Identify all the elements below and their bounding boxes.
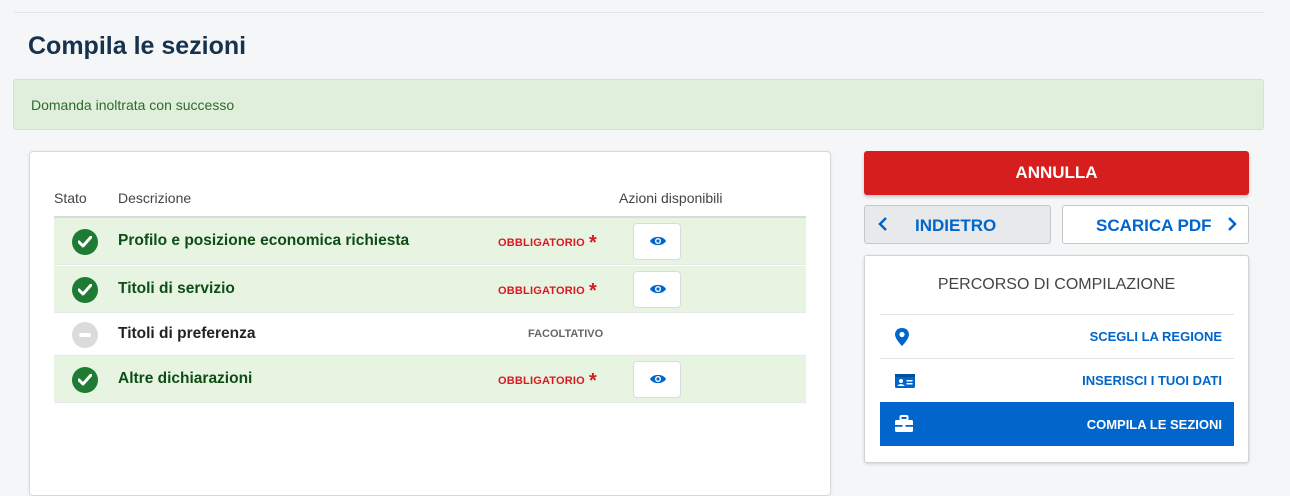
required-tag: OBBLIGATORIO *: [498, 280, 597, 302]
compilation-path-panel: PERCORSO DI COMPILAZIONE SCEGLI LA REGIO…: [864, 255, 1249, 463]
map-pin-icon: [895, 328, 909, 346]
step-compila-sezioni[interactable]: COMPILA LE SEZIONI: [880, 402, 1234, 446]
row-description: Titoli di servizio: [118, 280, 235, 297]
view-button[interactable]: [633, 271, 681, 308]
check-circle-icon: [72, 229, 98, 255]
step-label: SCEGLI LA REGIONE: [1089, 329, 1222, 344]
asterisk-icon: *: [588, 232, 597, 254]
chevron-left-icon: [878, 217, 887, 231]
row-description: Titoli di preferenza: [118, 325, 256, 342]
check-circle-icon: [72, 367, 98, 393]
asterisk-icon: *: [588, 370, 597, 392]
minus-circle-icon: [72, 322, 98, 348]
sections-card: Stato Descrizione Azioni disponibili Pro…: [29, 151, 831, 496]
asterisk-icon: *: [588, 280, 597, 302]
top-divider: [14, 12, 1264, 13]
id-card-icon: [895, 374, 915, 388]
table-row: Profilo e posizione economica richiesta …: [54, 218, 806, 265]
success-alert: Domanda inoltrata con successo: [13, 79, 1264, 130]
download-pdf-button[interactable]: SCARICA PDF: [1062, 205, 1249, 244]
table-header: Stato Descrizione Azioni disponibili: [54, 190, 806, 218]
step-scegli-regione[interactable]: SCEGLI LA REGIONE: [880, 314, 1234, 358]
step-inserisci-dati[interactable]: INSERISCI I TUOI DATI: [880, 358, 1234, 402]
required-tag: OBBLIGATORIO *: [498, 232, 597, 254]
eye-icon: [650, 284, 666, 294]
compilation-path-title: PERCORSO DI COMPILAZIONE: [937, 276, 1176, 293]
table-row: Altre dichiarazioni OBBLIGATORIO *: [54, 356, 806, 403]
header-stato: Stato: [54, 190, 87, 206]
row-description: Altre dichiarazioni: [118, 370, 253, 387]
view-button[interactable]: [633, 361, 681, 398]
chevron-right-icon: [1228, 217, 1237, 231]
step-label: INSERISCI I TUOI DATI: [1082, 373, 1222, 388]
back-button[interactable]: INDIETRO: [864, 205, 1051, 244]
cancel-button[interactable]: ANNULLA: [864, 151, 1249, 195]
check-circle-icon: [72, 277, 98, 303]
briefcase-icon: [895, 415, 913, 432]
view-button[interactable]: [633, 223, 681, 260]
header-descrizione: Descrizione: [118, 190, 192, 206]
table-row: Titoli di servizio OBBLIGATORIO *: [54, 266, 806, 313]
back-label: INDIETRO: [915, 216, 997, 235]
optional-tag: FACOLTATIVO: [528, 328, 604, 340]
header-azioni: Azioni disponibili: [619, 190, 723, 206]
eye-icon: [650, 236, 666, 246]
download-pdf-label: SCARICA PDF: [1096, 216, 1212, 235]
table-row: Titoli di preferenza FACOLTATIVO: [54, 313, 806, 356]
required-tag: OBBLIGATORIO *: [498, 370, 597, 392]
eye-icon: [650, 374, 666, 384]
row-description: Profilo e posizione economica richiesta: [118, 232, 410, 249]
step-label: COMPILA LE SEZIONI: [1086, 417, 1222, 432]
page-title: Compila le sezioni: [28, 32, 247, 60]
alert-text: Domanda inoltrata con successo: [31, 97, 235, 113]
